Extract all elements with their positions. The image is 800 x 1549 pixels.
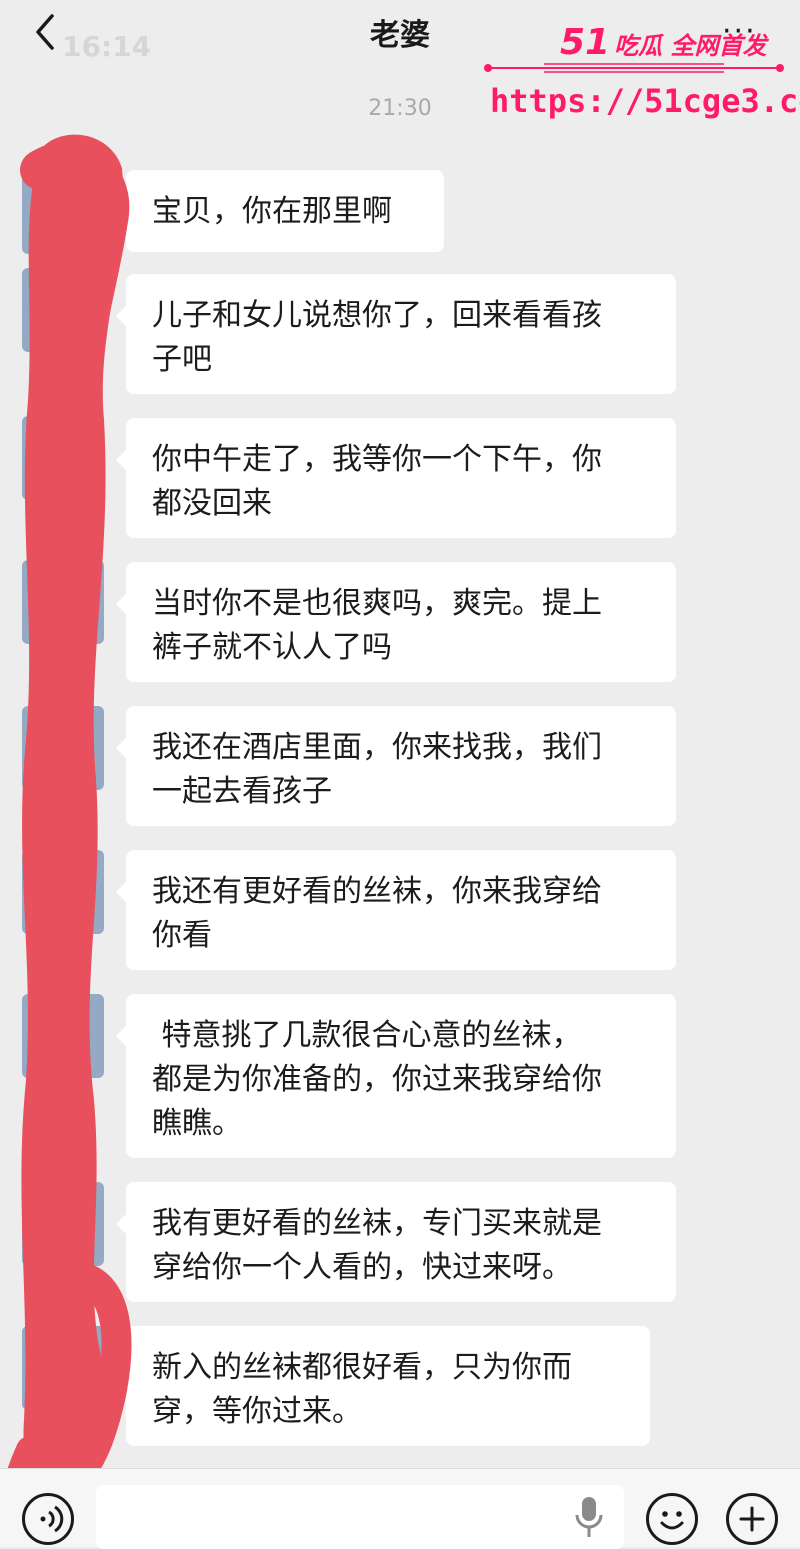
microphone-icon[interactable] (572, 1495, 606, 1539)
voice-wave-icon[interactable] (22, 1493, 74, 1545)
smiley-icon[interactable] (646, 1493, 698, 1545)
redaction-scribble (0, 134, 132, 1546)
plus-icon[interactable] (726, 1493, 778, 1545)
message-input[interactable] (96, 1485, 624, 1549)
input-bar (0, 1468, 800, 1549)
